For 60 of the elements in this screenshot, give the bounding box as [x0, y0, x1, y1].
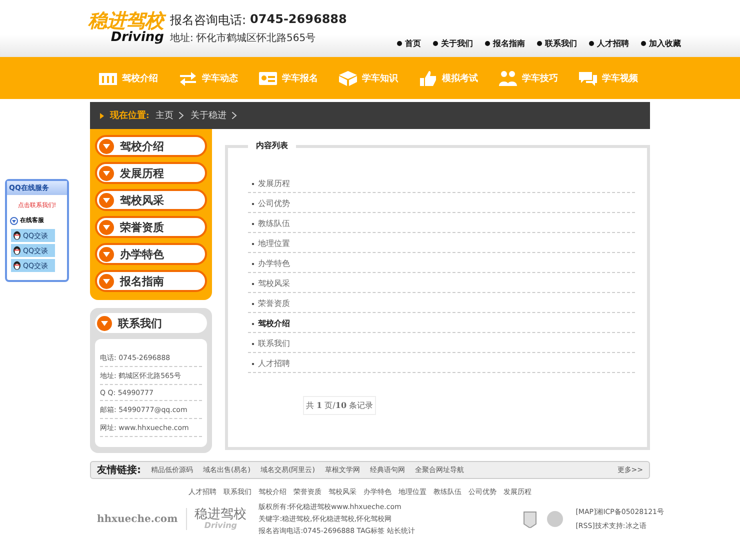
chevron-right-icon — [179, 112, 184, 119]
breadcrumb-link[interactable]: 主页 — [155, 109, 174, 122]
logo-subtitle: Driving — [110, 30, 164, 46]
top-link[interactable]: 加入收藏 — [640, 38, 681, 49]
building-icon — [98, 70, 118, 86]
sidebar-item[interactable]: 荣誉资质 — [95, 216, 207, 238]
list-link[interactable]: 公司优势 — [248, 193, 635, 213]
breadcrumb-link[interactable]: 关于稳进 — [190, 109, 226, 122]
speech-bubble-icon — [578, 70, 598, 86]
footer-logo-subtitle: Driving — [204, 521, 238, 530]
list-link[interactable]: 办学特色 — [248, 253, 635, 273]
chevron-down-icon — [10, 216, 18, 224]
caret-icon — [100, 112, 104, 118]
chevron-down-icon — [101, 320, 108, 326]
penguin-icon — [13, 261, 21, 270]
address-text: 地址: 怀化市鹤城区怀北路565号 — [170, 32, 317, 45]
chevron-down-icon — [103, 170, 110, 176]
list-link[interactable]: 荣誉资质 — [248, 293, 635, 313]
chevron-right-icon — [232, 112, 238, 119]
sidebar-item[interactable]: 驾校风采 — [95, 189, 207, 211]
sidebar-item[interactable]: 发展历程 — [95, 162, 207, 184]
chevron-down-icon — [103, 278, 110, 284]
contact-heading: 联系我们 — [118, 316, 162, 330]
logo-text: 稳进驾校 — [88, 12, 164, 31]
breadcrumb-label: 现在位置: — [110, 110, 150, 122]
list-link[interactable]: 联系我们 — [248, 333, 635, 353]
pager-text: 共 1 页/10 条记录 — [303, 396, 376, 415]
phone-label: 报名咨询电话: — [170, 12, 246, 29]
top-link[interactable]: 关于我们 — [432, 38, 473, 49]
chevron-down-icon — [103, 144, 110, 148]
list-link[interactable]: 地理位置 — [248, 233, 635, 253]
penguin-icon — [13, 231, 21, 240]
top-link[interactable]: 首页 — [396, 38, 421, 49]
chevron-down-icon — [103, 252, 110, 256]
footer-logo-text: 稳进驾校 — [194, 508, 247, 521]
sidebar-item[interactable]: 报名指南 — [95, 270, 207, 292]
list-link[interactable]: 驾校介绍 — [248, 313, 635, 333]
people-icon — [498, 70, 518, 86]
top-link[interactable]: 报名指南 — [484, 38, 525, 49]
sidebar-item[interactable]: 驾校介绍 — [95, 135, 207, 157]
top-link[interactable]: 人才招聘 — [588, 38, 629, 49]
chevron-down-icon — [103, 198, 110, 202]
list-link[interactable]: 人才招聘 — [248, 353, 635, 373]
phone-number: 0745-2696888 — [250, 12, 347, 28]
sidebar-item[interactable]: 办学特色 — [95, 243, 207, 265]
penguin-icon — [13, 246, 21, 255]
list-link[interactable]: 教练队伍 — [248, 213, 635, 233]
box-icon — [338, 70, 358, 86]
seal-icon — [546, 510, 564, 528]
friend-links-label: 友情链接: — [97, 464, 141, 477]
footer-domain: hhxueche.com — [97, 514, 178, 524]
content-title: 内容列表 — [248, 140, 296, 151]
list-link[interactable]: 发展历程 — [248, 173, 635, 193]
arrows-icon — [178, 70, 198, 86]
list-link[interactable]: 驾校风采 — [248, 273, 635, 293]
badge-icon — [522, 510, 538, 528]
top-link[interactable]: 联系我们 — [536, 38, 577, 49]
thumbs-up-icon — [418, 70, 438, 86]
chevron-down-icon — [103, 224, 110, 230]
id-card-icon — [258, 70, 278, 86]
